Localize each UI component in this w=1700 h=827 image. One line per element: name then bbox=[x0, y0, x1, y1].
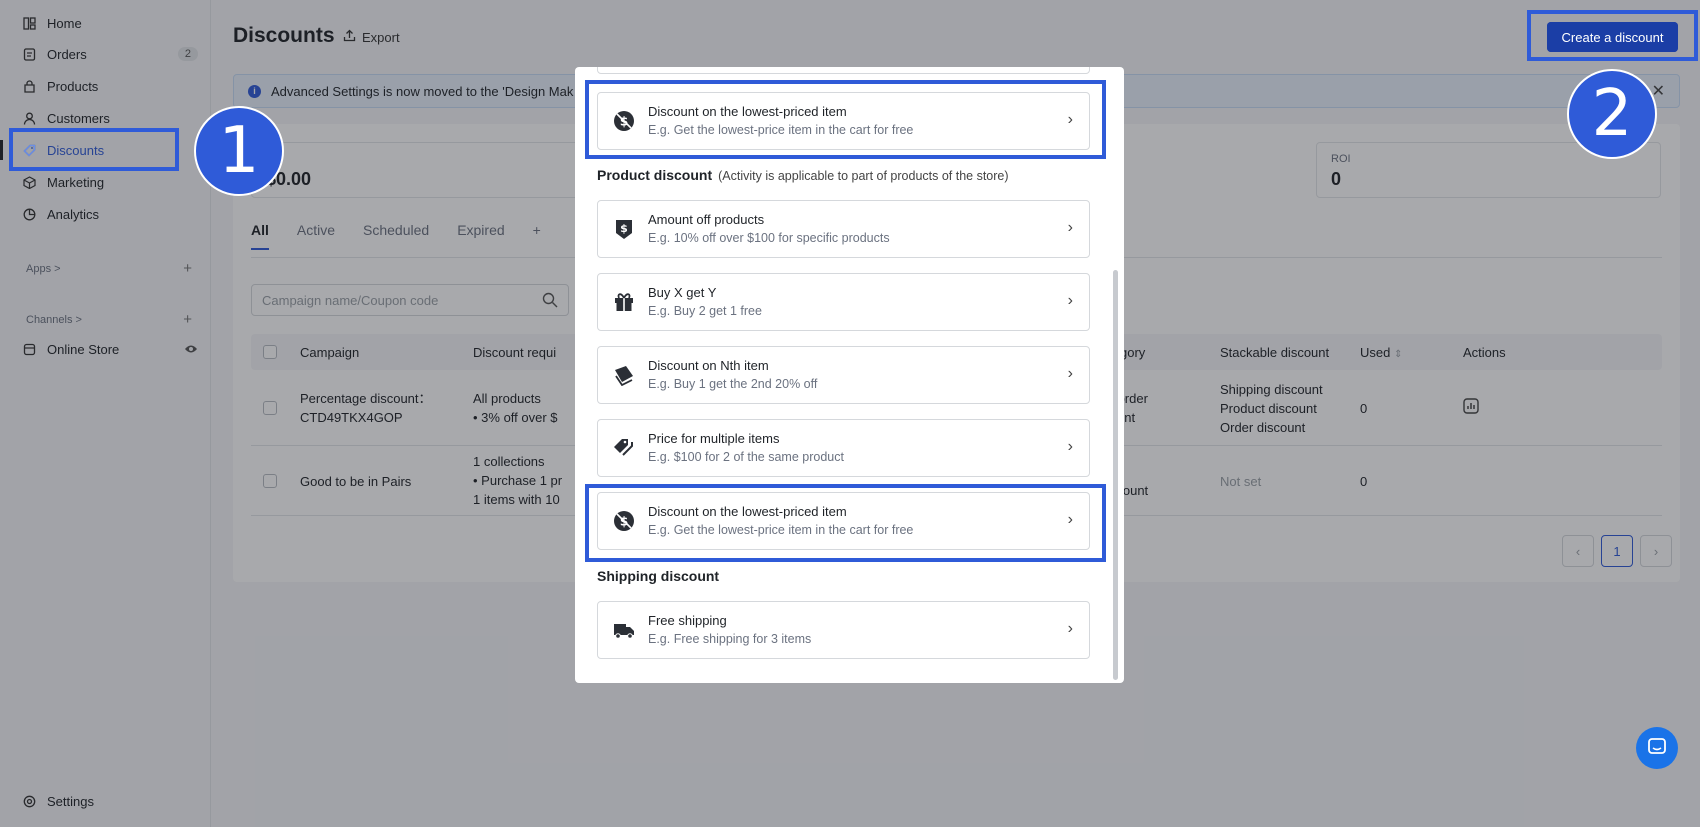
step-marker-1: 1 bbox=[194, 106, 284, 196]
option-desc: E.g. Buy 1 get the 2nd 20% off bbox=[648, 377, 818, 391]
option-buy-x-get-y[interactable]: Buy X get Y E.g. Buy 2 get 1 free › bbox=[597, 273, 1090, 331]
chevron-right-icon: › bbox=[1067, 292, 1073, 309]
dollar-down-icon: $ bbox=[612, 217, 636, 241]
modal-scrollbar[interactable] bbox=[1113, 270, 1118, 680]
option-title: Buy X get Y bbox=[648, 285, 717, 300]
chat-launcher-button[interactable] bbox=[1636, 727, 1678, 769]
option-nth-item[interactable]: Discount on Nth item E.g. Buy 1 get the … bbox=[597, 346, 1090, 404]
option-amount-off-products[interactable]: $ Amount off products E.g. 10% off over … bbox=[597, 200, 1090, 258]
product-discount-heading: Product discount (Activity is applicable … bbox=[597, 167, 1009, 183]
option-desc: E.g. Buy 2 get 1 free bbox=[648, 304, 762, 318]
option-title: Discount on Nth item bbox=[648, 358, 769, 373]
option-title: Free shipping bbox=[648, 613, 727, 628]
shipping-discount-heading: Shipping discount bbox=[597, 568, 720, 584]
chat-icon bbox=[1647, 737, 1667, 760]
option-desc: E.g. Free shipping for 3 items bbox=[648, 632, 812, 646]
option-free-shipping[interactable]: Free shipping E.g. Free shipping for 3 i… bbox=[597, 601, 1090, 659]
sidebar-item-discounts-highlighted[interactable] bbox=[22, 135, 198, 165]
chevron-right-icon: › bbox=[1067, 620, 1073, 637]
price-tags-icon bbox=[612, 436, 636, 460]
partial-card bbox=[597, 67, 1090, 74]
discount-type-modal: $ Discount on the lowest-priced item E.g… bbox=[575, 67, 1124, 683]
discount-tag-icon bbox=[22, 143, 36, 157]
option-multiple-items-price[interactable]: Price for multiple items E.g. $100 for 2… bbox=[597, 419, 1090, 477]
product-discount-subtitle: (Activity is applicable to part of produ… bbox=[718, 169, 1009, 183]
option-title: Price for multiple items bbox=[648, 431, 780, 446]
svg-text:$: $ bbox=[620, 222, 628, 235]
chevron-right-icon: › bbox=[1067, 219, 1073, 236]
chevron-right-icon: › bbox=[1067, 365, 1073, 382]
highlight-top-option bbox=[585, 80, 1106, 159]
truck-icon bbox=[612, 618, 636, 642]
option-desc: E.g. $100 for 2 of the same product bbox=[648, 450, 844, 464]
step-marker-2: 2 bbox=[1567, 69, 1657, 159]
option-desc: E.g. 10% off over $100 for specific prod… bbox=[648, 231, 890, 245]
option-title: Amount off products bbox=[648, 212, 765, 227]
create-discount-button-highlighted[interactable]: Create a discount bbox=[1547, 22, 1678, 52]
highlight-lowest-priced-option bbox=[585, 484, 1106, 562]
chevron-right-icon: › bbox=[1067, 438, 1073, 455]
tags-stack-icon bbox=[612, 363, 636, 387]
gift-icon bbox=[612, 290, 636, 314]
